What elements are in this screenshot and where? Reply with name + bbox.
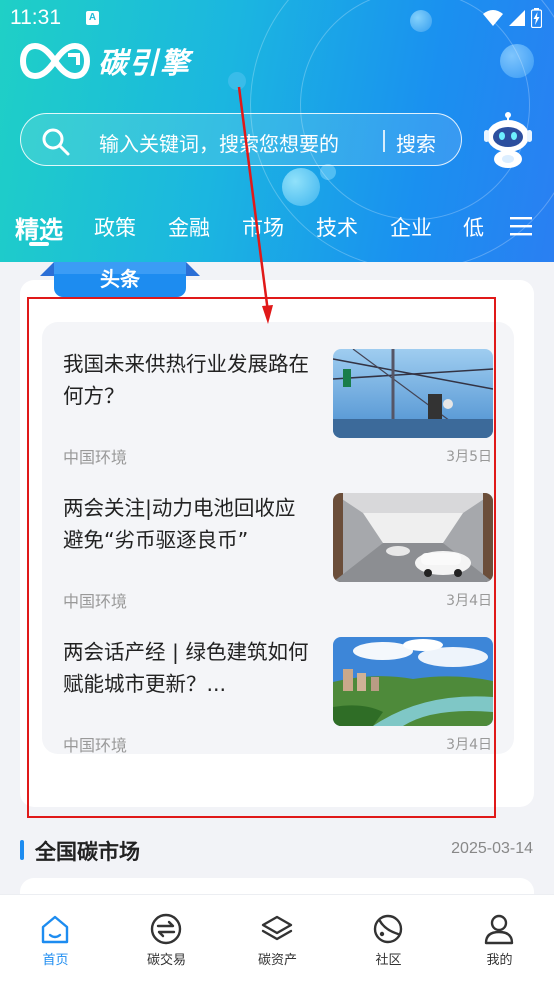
category-tabs: 精选 政策 金融 市场 技术 企业 低 <box>0 204 554 250</box>
home-icon <box>41 915 69 944</box>
robot-assistant-icon[interactable] <box>482 112 534 168</box>
news-date: 3月5日 <box>446 449 492 465</box>
news-title[interactable]: 两会话产经 | 绿色建筑如何赋能城市更新？... <box>63 636 313 700</box>
search-divider <box>383 130 385 152</box>
carbon-market-title: 全国碳市场 <box>35 840 140 864</box>
tab-jinrong[interactable]: 金融 <box>168 212 210 242</box>
news-item[interactable]: 我国未来供热行业发展路在何方？ 中国环境 3月5日 <box>42 322 514 467</box>
exchange-icon <box>150 913 182 945</box>
user-icon <box>484 914 514 945</box>
section-accent-bar <box>20 840 24 860</box>
tab-jingxuan[interactable]: 精选 <box>15 210 63 245</box>
news-date: 3月4日 <box>446 593 492 609</box>
nav-label: 碳资产 <box>257 953 297 968</box>
notification-icon: A <box>86 11 99 25</box>
app-logo: 碳引擎 <box>20 40 191 82</box>
decor-bubble <box>228 72 246 90</box>
nav-label: 我的 <box>486 953 513 968</box>
nav-carbon-assets[interactable]: 碳资产 <box>222 895 333 984</box>
tab-shichang[interactable]: 市场 <box>242 212 284 242</box>
news-item[interactable]: 两会话产经 | 绿色建筑如何赋能城市更新？... 中国环境 3月4日 <box>42 610 514 755</box>
carbon-market-date: 2025-03-14 <box>451 840 533 857</box>
tab-di[interactable]: 低 <box>463 212 484 242</box>
car-factory-thumbnail[interactable] <box>333 493 493 582</box>
news-list: 我国未来供热行业发展路在何方？ 中国环境 3月5日 两会关注|动力电池回收应避免… <box>42 322 514 755</box>
news-source: 中国环境 <box>63 448 128 467</box>
planet-icon <box>373 914 403 944</box>
nav-community[interactable]: 社区 <box>333 895 444 984</box>
news-date: 3月4日 <box>446 737 492 753</box>
news-source: 中国环境 <box>63 592 128 611</box>
tab-zhengce[interactable]: 政策 <box>94 212 136 242</box>
infinity-logo-icon <box>20 42 90 80</box>
battery-icon <box>531 8 542 28</box>
status-time: 11:31 <box>10 6 61 29</box>
headline-tag: 头条 <box>100 267 140 291</box>
active-tab-indicator <box>29 242 49 246</box>
signal-icon <box>509 10 525 26</box>
nav-home[interactable]: 首页 <box>0 895 111 984</box>
city-landscape-thumbnail[interactable] <box>333 637 493 726</box>
nav-mine[interactable]: 我的 <box>444 895 554 984</box>
search-input[interactable]: 输入关键词，搜索您想要的 <box>99 128 339 157</box>
tab-qiye[interactable]: 企业 <box>390 212 432 242</box>
news-title[interactable]: 我国未来供热行业发展路在何方？ <box>63 348 313 412</box>
status-icons <box>483 8 542 28</box>
power-grid-thumbnail[interactable] <box>333 349 493 438</box>
wifi-icon <box>483 10 503 26</box>
menu-icon[interactable] <box>510 216 532 236</box>
news-item[interactable]: 两会关注|动力电池回收应避免“劣币驱逐良币” 中国环境 3月4日 <box>42 466 514 611</box>
nav-label: 碳交易 <box>146 953 186 968</box>
nav-carbon-trade[interactable]: 碳交易 <box>111 895 222 984</box>
nav-label: 首页 <box>42 953 69 968</box>
app-name: 碳引擎 <box>98 46 192 80</box>
tab-jishu[interactable]: 技术 <box>316 212 358 242</box>
search-bar[interactable]: 输入关键词，搜索您想要的 搜索 <box>20 113 462 166</box>
bottom-nav: 首页 碳交易 碳资产 社区 我的 <box>0 894 554 984</box>
news-title[interactable]: 两会关注|动力电池回收应避免“劣币驱逐良币” <box>63 492 313 556</box>
layers-icon <box>261 915 293 941</box>
search-icon <box>42 128 70 156</box>
news-source: 中国环境 <box>63 736 128 755</box>
search-button[interactable]: 搜索 <box>396 128 436 157</box>
status-bar: 11:31 A <box>0 0 554 38</box>
nav-label: 社区 <box>375 953 402 968</box>
header: 11:31 A 碳引擎 输入关键词，搜索您想要的 搜索 精选 政策 金融 市场 … <box>0 0 554 262</box>
